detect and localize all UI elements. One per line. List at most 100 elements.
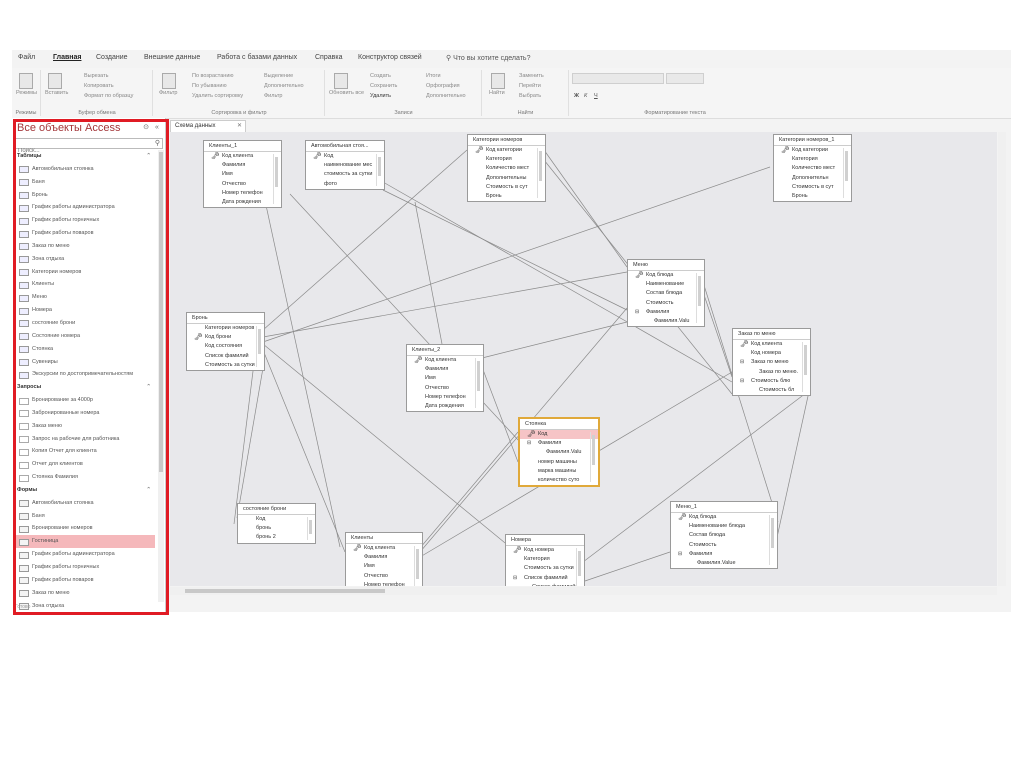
italic-button[interactable]: К [584, 93, 587, 99]
table-field[interactable]: Дата рождения [204, 198, 281, 207]
table-field[interactable]: 🗝 Код блюда [671, 513, 777, 522]
table-kategorii1[interactable]: Категории номеров_1 🗝 Код категории Категор… [773, 134, 852, 203]
table-field[interactable]: Состав блюда [671, 531, 777, 540]
table-field[interactable]: бронь 2 [238, 533, 315, 542]
replace-button[interactable]: Заменить [519, 73, 544, 79]
filter-icon[interactable] [162, 73, 176, 89]
table-scrollbar[interactable] [414, 546, 420, 586]
table-field[interactable]: Наименование блюда [671, 522, 777, 531]
table-field[interactable]: Список фамилий [506, 583, 584, 586]
table-title[interactable]: Клиенты [346, 533, 422, 544]
table-scrollbar[interactable] [256, 326, 262, 367]
table-field[interactable]: Отчество [407, 384, 483, 393]
table-field[interactable]: Код номера [733, 349, 810, 358]
table-field[interactable]: Код [238, 515, 315, 524]
remove-sort-button[interactable]: Удалить сортировку [192, 93, 243, 99]
table-menu[interactable]: Меню 🗝 Код блюда Наименование Состав блюда Ст… [627, 259, 705, 328]
table-field[interactable]: ⊟ Фамилия [671, 550, 777, 559]
table-field[interactable]: Категории номеров [187, 324, 264, 333]
table-klienty2[interactable]: Клиенты_2 🗝 Код клиента Фамилия Имя Отчество Н… [406, 344, 484, 413]
table-zakaz[interactable]: Заказ по меню 🗝 Код клиента Код номера ⊟ Зака… [732, 328, 811, 397]
table-field[interactable]: Номер телефон [346, 581, 422, 586]
table-field[interactable]: Фамилия.Value [671, 559, 777, 568]
table-field[interactable]: Заказ по меню. [733, 368, 810, 377]
table-field[interactable]: Имя [407, 374, 483, 383]
table-title[interactable]: состояние брони [238, 504, 315, 515]
table-field[interactable]: Фамилия [407, 365, 483, 374]
relationship-line[interactable] [481, 321, 628, 359]
table-field[interactable]: марка машины [520, 467, 598, 476]
table-field[interactable]: Фамилия [346, 553, 422, 562]
relationships-canvas[interactable]: Клиенты_1 🗝 Код клиента Фамилия Имя Отчество Н… [170, 132, 997, 586]
relationship-line[interactable] [481, 366, 519, 463]
table-sostoyanie[interactable]: состояние брони Код бронь бронь 2 [237, 503, 316, 544]
table-scrollbar[interactable] [307, 517, 313, 540]
ribbon-tab[interactable]: Главная [53, 54, 81, 61]
relationship-line[interactable] [289, 193, 521, 443]
table-title[interactable]: Бронь [187, 313, 264, 324]
table-field[interactable]: 🗝 Код брони [187, 333, 264, 342]
relationship-line[interactable] [702, 281, 779, 523]
table-scrollbar[interactable] [475, 358, 481, 409]
paste-icon[interactable] [48, 73, 62, 89]
table-scrollbar[interactable] [273, 154, 279, 205]
table-field[interactable]: Категория [506, 555, 584, 564]
copy-button[interactable]: Копировать [84, 83, 114, 89]
table-scrollbar[interactable] [696, 273, 702, 324]
relationship-line[interactable] [233, 346, 257, 525]
ribbon-tab[interactable]: Файл [18, 54, 35, 61]
table-field[interactable]: Стоимость бл [733, 386, 810, 395]
table-field[interactable]: наименование мес [306, 161, 384, 170]
table-title[interactable]: Стоянка [520, 419, 598, 430]
table-field[interactable]: Фамилия [204, 161, 281, 170]
table-field[interactable]: Дополнительны [468, 174, 545, 183]
table-field[interactable]: 🗝 Код номера [506, 546, 584, 555]
tab-relationships[interactable]: Схема данных ✕ [170, 120, 246, 132]
selection-button[interactable]: Выделение [264, 73, 293, 79]
more-records-button[interactable]: Дополнительно [426, 93, 466, 99]
goto-button[interactable]: Перейти [519, 83, 541, 89]
table-field[interactable]: Фамилия.Valu [520, 448, 598, 457]
table-nomera[interactable]: Номера 🗝 Код номера Категория Стоимость за с… [505, 534, 585, 586]
table-field[interactable]: Бронь [468, 192, 545, 201]
table-scrollbar[interactable] [769, 515, 775, 566]
table-field[interactable]: Номер телефон [204, 189, 281, 198]
new-record-button[interactable]: Создать [370, 73, 391, 79]
table-title[interactable]: Меню [628, 260, 704, 271]
table-scrollbar[interactable] [576, 548, 582, 586]
table-field[interactable]: Имя [204, 170, 281, 179]
format-painter-button[interactable]: Формат по образцу [84, 93, 133, 99]
table-field[interactable]: ⊟ Фамилия [520, 439, 598, 448]
relationship-line[interactable] [382, 189, 628, 311]
table-field[interactable]: Список фамилий [187, 352, 264, 361]
table-field[interactable]: Дата рождения [407, 402, 483, 411]
table-scrollbar[interactable] [802, 342, 808, 393]
tell-me-box[interactable]: ⚲ Что вы хотите сделать? [446, 54, 530, 62]
table-klienty[interactable]: Клиенты 🗝 Код клиента Фамилия Имя Отчество Ном… [345, 532, 423, 586]
find-icon[interactable] [491, 73, 505, 89]
refresh-all-button[interactable]: Обновить все [329, 90, 364, 96]
relationship-line[interactable] [702, 291, 733, 378]
relationship-line[interactable] [255, 158, 341, 548]
table-field[interactable]: Бронь [774, 192, 851, 201]
bold-button[interactable]: Ж [574, 93, 579, 99]
table-field[interactable]: Код состояния [187, 342, 264, 351]
table-field[interactable]: ⊟ Стоимость блю [733, 377, 810, 386]
font-size-select[interactable] [666, 73, 704, 84]
table-field[interactable]: Стоимость [628, 299, 704, 308]
table-title[interactable]: Категории номеров_1 [774, 135, 851, 146]
table-field[interactable]: 🗝 Код [306, 152, 384, 161]
table-title[interactable]: Категории номеров [468, 135, 545, 146]
paste-button[interactable]: Вставить [45, 90, 68, 96]
table-field[interactable]: 🗝 Код клиента [204, 152, 281, 161]
canvas-vertical-scrollbar[interactable] [998, 132, 1006, 586]
table-field[interactable]: бронь [238, 524, 315, 533]
delete-record-button[interactable]: Удалить [370, 93, 391, 99]
sort-descending-button[interactable]: По убыванию [192, 83, 227, 89]
table-field[interactable]: Имя [346, 562, 422, 571]
table-kategorii[interactable]: Категории номеров 🗝 Код категории Категория… [467, 134, 546, 203]
table-avto[interactable]: Автомобильная стоя... 🗝 Код наименование ме… [305, 140, 385, 190]
table-field[interactable]: Стоимость за сутки [506, 564, 584, 573]
table-field[interactable]: Категория [774, 155, 851, 164]
table-field[interactable]: ⊟ Заказ по меню [733, 358, 810, 367]
